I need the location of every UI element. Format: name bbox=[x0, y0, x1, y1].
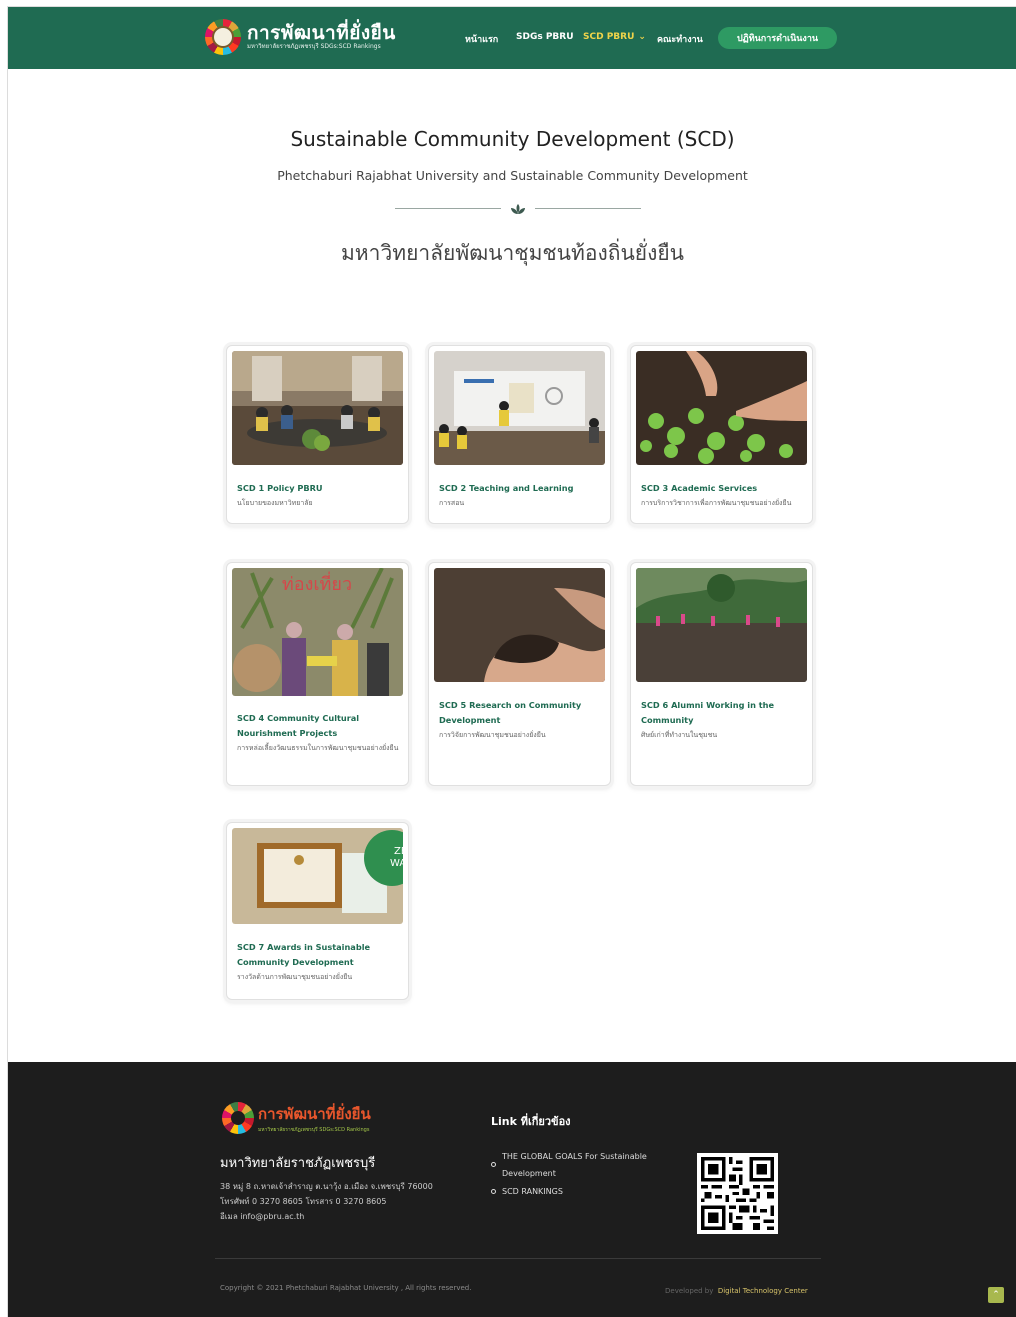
card-description: การวิจัยการพัฒนาชุมชนอย่างยั่งยืน bbox=[439, 731, 546, 739]
card-scd1[interactable]: SCD 1 Policy PBRU นโยบายของมหาวิทยาลัย bbox=[226, 345, 409, 524]
footer-logo-title: การพัฒนาที่ยั่งยืน bbox=[258, 1105, 371, 1123]
page-title: Sustainable Community Development (SCD) bbox=[290, 127, 735, 151]
bullet-icon bbox=[491, 1189, 496, 1194]
card-description: รางวัลด้านการพัฒนาชุมชนอย่างยั่งยืน bbox=[237, 973, 353, 981]
developer-credit: Developed by Digital Technology Center bbox=[665, 1287, 808, 1295]
card-scd4[interactable]: ท่องเที่ยว SCD 4 Community Cultural Nour… bbox=[226, 562, 409, 786]
nav-home[interactable]: หน้าแรก bbox=[465, 32, 498, 46]
card-image: ZE WA bbox=[232, 828, 403, 924]
card-description: การบริการวิชาการเพื่อการพัฒนาชุมชนอย่างย… bbox=[641, 499, 792, 507]
footer-logo[interactable]: การพัฒนาที่ยั่งยืน มหาวิทยาลัยราชภัฏเพชร… bbox=[222, 1102, 371, 1134]
site-header: การพัฒนาที่ยั่งยืน มหาวิทยาลัยราชภัฏเพชร… bbox=[8, 7, 1016, 69]
link-global-goals-line2: Development bbox=[502, 1169, 556, 1178]
footer-divider bbox=[215, 1258, 821, 1259]
chevron-down-icon: ⌄ bbox=[638, 32, 646, 42]
link-global-goals[interactable]: THE GLOBAL GOALS For Sustainable Develop… bbox=[502, 1148, 647, 1182]
card-image bbox=[636, 351, 807, 465]
footer-email: อีเมล info@pbru.ac.th bbox=[220, 1212, 305, 1221]
link-scd-rankings[interactable]: SCD RANKINGS bbox=[502, 1183, 563, 1200]
page-subtitle: Phetchaburi Rajabhat University and Sust… bbox=[277, 168, 748, 183]
developed-by-label: Developed by bbox=[665, 1287, 714, 1295]
svg-text:ท่องเที่ยว: ท่องเที่ยว bbox=[282, 571, 352, 595]
qr-code-icon bbox=[697, 1153, 778, 1234]
card-title: SCD 1 Policy PBRU bbox=[237, 483, 323, 493]
card-title: SCD 6 Alumni Working in the Community bbox=[641, 700, 775, 725]
developer-link[interactable]: Digital Technology Center bbox=[718, 1287, 808, 1295]
logo-subtitle: มหาวิทยาลัยราชภัฏเพชรบุรี SDGs:SCD Ranki… bbox=[247, 43, 381, 50]
card-scd7[interactable]: ZE WA SCD 7 Awards in Sustainable Commun… bbox=[226, 822, 409, 1000]
arrow-up-icon: ⌃ bbox=[992, 1290, 1000, 1300]
card-title: SCD 4 Community Cultural Nourishment Pro… bbox=[237, 713, 360, 738]
footer-phone: โทรศัพท์ 0 3270 8605 โทรสาร 0 3270 8605 bbox=[220, 1197, 387, 1206]
site-footer: การพัฒนาที่ยั่งยืน มหาวิทยาลัยราชภัฏเพชร… bbox=[8, 1062, 1016, 1317]
card-title: SCD 2 Teaching and Learning bbox=[439, 483, 574, 493]
logo-title: การพัฒนาที่ยั่งยืน bbox=[247, 22, 396, 44]
back-to-top-button[interactable]: ⌃ bbox=[988, 1287, 1004, 1303]
leaf-ornament-icon bbox=[511, 204, 525, 214]
card-title: SCD 5 Research on Community Development bbox=[439, 700, 582, 725]
card-title: SCD 7 Awards in Sustainable Community De… bbox=[237, 942, 371, 967]
card-scd3[interactable]: SCD 3 Academic Services การบริการวิชาการ… bbox=[630, 345, 813, 524]
card-scd6[interactable]: SCD 6 Alumni Working in the Community ศิ… bbox=[630, 562, 813, 786]
footer-links-heading: Link ที่เกี่ยวข้อง bbox=[491, 1115, 571, 1128]
page-frame: การพัฒนาที่ยั่งยืน มหาวิทยาลัยราชภัฏเพชร… bbox=[7, 6, 1016, 1317]
card-image bbox=[434, 351, 605, 465]
calendar-button[interactable]: ปฏิทินการดำเนินงาน bbox=[718, 27, 837, 49]
card-description: การสอน bbox=[439, 499, 465, 507]
bullet-icon bbox=[491, 1162, 496, 1167]
card-description: นโยบายของมหาวิทยาลัย bbox=[237, 499, 313, 507]
nav-scd-pbru-label: SCD PBRU bbox=[583, 32, 635, 42]
footer-address: 38 หมู่ 8 ถ.หาดเจ้าสำราญ ต.นาวุ้ง อ.เมือ… bbox=[220, 1182, 433, 1191]
copyright-text: Copyright © 2021 Phetchaburi Rajabhat Un… bbox=[220, 1284, 472, 1292]
nav-committee[interactable]: คณะทำงาน bbox=[657, 32, 703, 46]
footer-university-name: มหาวิทยาลัยราชภัฏเพชรบุรี bbox=[220, 1156, 376, 1171]
card-description: การหล่อเลี้ยงวัฒนธรรมในการพัฒนาชุมชนอย่า… bbox=[237, 744, 399, 752]
site-logo[interactable]: การพัฒนาที่ยั่งยืน มหาวิทยาลัยราชภัฏเพชร… bbox=[205, 19, 396, 55]
card-description: ศิษย์เก่าที่ทำงานในชุมชน bbox=[641, 731, 718, 739]
footer-logo-subtitle: มหาวิทยาลัยราชภัฏเพชรบุรี SDGs:SCD Ranki… bbox=[258, 1127, 370, 1133]
card-image bbox=[232, 351, 403, 465]
page-thai-title: มหาวิทยาลัยพัฒนาชุมชนท้องถิ่นยั่งยืน bbox=[340, 241, 685, 265]
divider-left bbox=[395, 208, 501, 209]
card-image bbox=[434, 568, 605, 682]
university-seal-icon bbox=[205, 19, 241, 55]
card-scd2[interactable]: SCD 2 Teaching and Learning การสอน bbox=[428, 345, 611, 524]
divider-right bbox=[535, 208, 641, 209]
nav-scd-pbru[interactable]: SCD PBRU ⌄ bbox=[583, 32, 646, 42]
svg-text:ZE: ZE bbox=[394, 846, 403, 857]
sdg-wheel-icon bbox=[222, 1102, 254, 1134]
card-image bbox=[636, 568, 807, 682]
card-image: ท่องเที่ยว bbox=[232, 568, 403, 696]
link-global-goals-line1: THE GLOBAL GOALS For Sustainable bbox=[502, 1152, 647, 1161]
svg-text:WA: WA bbox=[390, 858, 403, 869]
nav-sdgs-pbru[interactable]: SDGs PBRU bbox=[516, 32, 574, 42]
card-scd5[interactable]: SCD 5 Research on Community Development … bbox=[428, 562, 611, 786]
card-title: SCD 3 Academic Services bbox=[641, 483, 758, 493]
